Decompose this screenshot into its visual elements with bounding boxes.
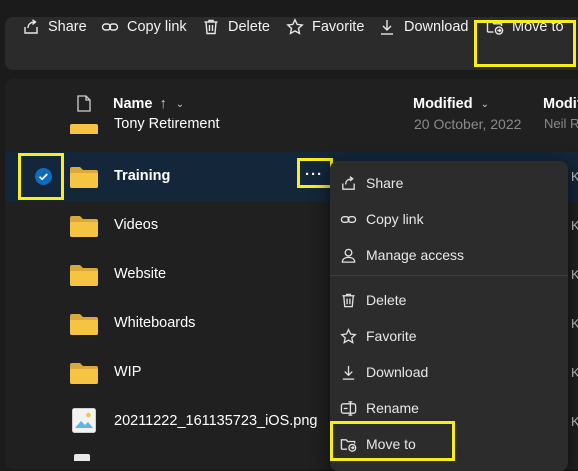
share-label: Share xyxy=(48,18,87,35)
modified-by: K xyxy=(571,169,578,184)
move-to-label: Move to xyxy=(512,18,564,35)
modified-by: Neil R xyxy=(544,118,578,131)
star-icon xyxy=(340,327,357,345)
more-actions-button[interactable]: ··· xyxy=(305,166,323,183)
delete-button[interactable]: Delete xyxy=(202,0,270,53)
menu-item-delete[interactable]: Delete xyxy=(340,288,406,312)
menu-item-manage-access[interactable]: Manage access xyxy=(340,243,464,267)
file-name[interactable]: Videos xyxy=(114,217,158,233)
menu-item-favorite[interactable]: Favorite xyxy=(340,324,417,348)
menu-item-download[interactable]: Download xyxy=(340,360,428,384)
star-icon xyxy=(286,17,304,36)
menu-divider xyxy=(330,275,568,276)
copy-link-label: Copy link xyxy=(127,18,187,35)
download-icon xyxy=(340,364,357,381)
share-icon xyxy=(340,175,357,192)
favorite-button[interactable]: Favorite xyxy=(286,0,364,53)
column-header-modified[interactable]: Modified ⌄ xyxy=(413,91,489,117)
chevron-down-icon: ⌄ xyxy=(480,98,489,110)
file-name: Tony Retirement xyxy=(114,118,220,132)
row-checkbox-checked[interactable] xyxy=(35,168,52,185)
rename-icon xyxy=(340,400,357,417)
link-icon xyxy=(101,18,119,36)
file-name[interactable]: Website xyxy=(114,266,166,282)
file-type-icon xyxy=(77,95,91,112)
file-name[interactable]: Training xyxy=(114,168,170,184)
menu-item-label: Rename xyxy=(366,400,419,416)
modified-by: K xyxy=(571,365,578,380)
folder-icon xyxy=(70,314,98,335)
modified-by: K xyxy=(571,267,578,282)
checkmark-icon xyxy=(39,173,48,181)
menu-item-label: Manage access xyxy=(366,247,465,263)
file-name[interactable]: Whiteboards xyxy=(114,315,195,331)
menu-item-move-to[interactable]: Move to xyxy=(340,432,416,456)
download-icon xyxy=(378,18,396,36)
copy-link-button[interactable]: Copy link xyxy=(101,0,187,53)
move-to-folder-icon xyxy=(486,18,504,36)
download-button[interactable]: Download xyxy=(378,0,469,53)
share-icon xyxy=(22,18,40,36)
column-header-name[interactable]: Name ↑ ⌄ xyxy=(113,91,184,117)
menu-item-copy-link[interactable]: Copy link xyxy=(340,207,424,231)
table-row-partial[interactable]: Tony Retirement 20 October, 2022 Neil R xyxy=(5,118,578,134)
file-icon xyxy=(74,454,90,461)
chevron-down-icon: ⌄ xyxy=(175,98,185,110)
modified-date: 20 October, 2022 xyxy=(414,118,522,132)
modified-by: K xyxy=(571,316,578,331)
menu-item-share[interactable]: Share xyxy=(340,171,403,195)
move-to-button[interactable]: Move to xyxy=(486,0,564,53)
delete-label: Delete xyxy=(228,18,270,35)
menu-item-label: Favorite xyxy=(366,328,417,344)
download-label: Download xyxy=(404,18,469,35)
menu-item-label: Share xyxy=(366,175,404,191)
column-header-modified-by[interactable]: Modifi xyxy=(543,91,578,117)
person-icon xyxy=(340,247,357,264)
file-name[interactable]: 20211222_161135723_iOS.png xyxy=(114,413,317,429)
folder-icon xyxy=(70,363,98,384)
folder-icon xyxy=(70,265,98,286)
menu-item-label: Delete xyxy=(366,292,407,308)
trash-icon xyxy=(340,292,357,309)
folder-icon xyxy=(70,167,98,188)
trash-icon xyxy=(202,18,220,36)
move-to-folder-icon xyxy=(340,436,357,453)
image-file-icon xyxy=(72,408,96,433)
favorite-label: Favorite xyxy=(312,18,365,35)
column-name-label: Name xyxy=(113,96,153,112)
sort-ascending-icon: ↑ xyxy=(159,96,167,112)
modified-by: K xyxy=(571,218,578,233)
menu-item-label: Copy link xyxy=(366,211,424,227)
column-modified-by-label: Modifi xyxy=(543,96,578,112)
column-modified-label: Modified xyxy=(413,96,473,112)
link-icon xyxy=(340,211,357,228)
modified-by: K xyxy=(571,414,578,429)
share-button[interactable]: Share xyxy=(22,0,87,53)
file-name[interactable]: WIP xyxy=(114,364,141,380)
menu-item-label: Move to xyxy=(366,436,416,452)
menu-item-rename[interactable]: Rename xyxy=(340,396,419,420)
menu-item-label: Download xyxy=(366,364,429,380)
folder-icon xyxy=(70,124,98,134)
folder-icon xyxy=(70,216,98,237)
